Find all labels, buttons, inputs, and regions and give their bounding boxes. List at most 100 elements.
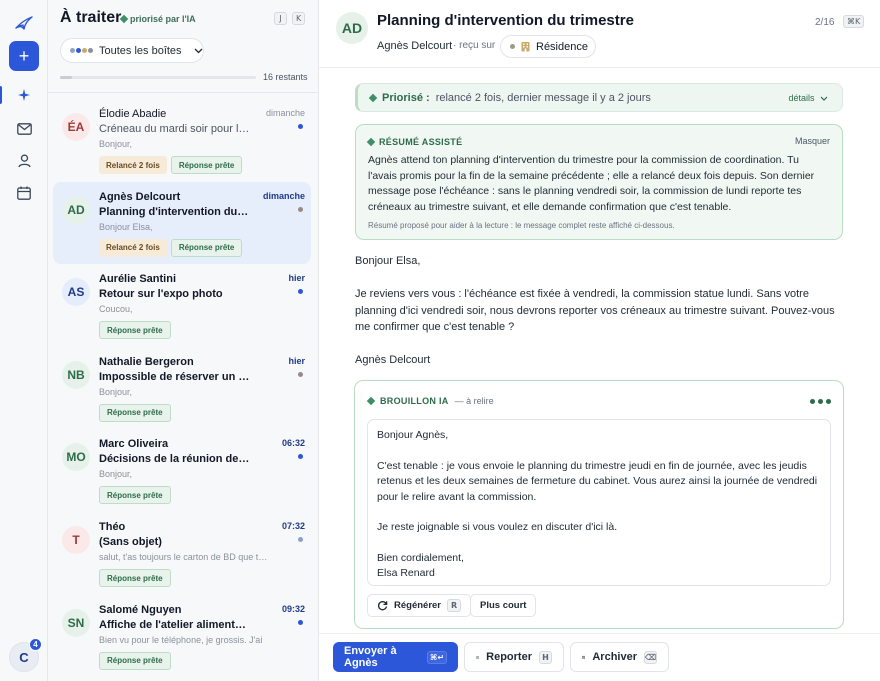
message-list-item[interactable]: T Théo (Sans objet) salut, t'as toujours le… (53, 512, 311, 594)
message-signature: Agnès Delcourt (355, 354, 431, 366)
sender-name: Élodie Abadie (99, 108, 167, 120)
person-icon (17, 154, 31, 168)
message-list-pane: À traiter priorisé par l'IA J K Toutes l… (48, 0, 319, 681)
snooze-kbd: H (539, 650, 552, 664)
chevron-down-icon (194, 48, 203, 53)
clock-icon (476, 655, 480, 659)
sender-avatar: SN (62, 608, 90, 637)
message-tags: Réponse prête (99, 321, 171, 340)
message-subject: Créneau du mardi soir pour l'atelier (99, 123, 251, 135)
message-preview: salut, t'as toujours le carton de BD que… (99, 552, 269, 562)
notification-badge: 4 (29, 638, 42, 651)
draft-status: — à relire (454, 396, 494, 406)
mailbox-dot (298, 537, 303, 542)
sender-name: Nathalie Bergeron (99, 355, 194, 368)
contacts-nav-button[interactable] (14, 151, 34, 171)
message-date: 09:32 (281, 603, 305, 614)
message-greeting: Bonjour Elsa, (355, 255, 421, 267)
archive-button[interactable]: Archiver ⌫ (570, 642, 669, 672)
reply-ready-tag: Réponse prête (99, 651, 171, 670)
calendar-nav-button[interactable] (14, 183, 34, 203)
inbox-dot (70, 48, 75, 53)
shorter-button[interactable]: Plus court (470, 594, 537, 617)
message-list-item[interactable]: MO Marc Oliveira Décisions de la réunion d… (53, 429, 311, 511)
snooze-button[interactable]: Reporter H (464, 642, 564, 672)
draft-editor[interactable]: Bonjour Agnès, C'est tenable : je vous e… (367, 419, 831, 586)
refresh-icon (377, 601, 388, 611)
mailbox-dot (298, 619, 303, 625)
mailbox-dot (298, 289, 303, 295)
sender-name: Aurélie Santini (99, 273, 177, 286)
message-date: hier (288, 273, 305, 284)
message-tags: Réponse prête (99, 569, 171, 587)
draft-paragraph-1: C'est tenable : je vous envoie le planni… (377, 459, 818, 503)
header-divider (319, 67, 880, 68)
message-list-item[interactable]: AD Agnès Delcourt Planning d'intervention … (53, 181, 311, 264)
draft-sign-off: Bien cordialement, Elsa Renard (377, 551, 821, 582)
ai-diamond-icon (119, 14, 129, 24)
send-button[interactable]: Envoyer à Agnès ⌘↵ (333, 642, 458, 672)
reply-ready-tag: Réponse prête (170, 156, 243, 174)
sparkle-icon (18, 89, 30, 101)
message-list-item[interactable]: NB Nathalie Bergeron Impossible de réserve… (53, 347, 311, 429)
ai-diamond-icon (366, 137, 376, 147)
ai-diamond-icon (366, 396, 376, 406)
ai-summary-card: RÉSUMÉ ASSISTÉ Masquer Agnès attend ton … (355, 124, 843, 240)
send-label: Envoyer à Agnès (344, 645, 397, 669)
compose-button[interactable]: + (9, 41, 39, 71)
app-logo-icon[interactable] (14, 14, 34, 32)
message-preview: Coucou, (99, 304, 133, 315)
ai-diamond-icon (368, 93, 378, 102)
reply-ready-tag: Réponse prête (170, 238, 243, 257)
mail-icon (16, 123, 32, 135)
message-list-item[interactable]: AS Aurélie Santini Retour sur l'expo photo… (53, 264, 311, 346)
summary-heading: RÉSUMÉ ASSISTÉ (366, 137, 463, 147)
sender-name: Salomé Nguyen (99, 603, 182, 616)
sender-avatar: NB (62, 360, 90, 389)
building-icon (521, 42, 530, 52)
message-list-item[interactable]: SN Salomé Nguyen Affiche de l'atelier alim… (53, 595, 311, 677)
sender-avatar: AD (62, 195, 90, 224)
mail-nav-button[interactable] (14, 119, 34, 139)
triage-progress-bar (60, 76, 256, 79)
draft-heading: BROUILLON IA — à relire (366, 396, 494, 406)
message-preview: Bonjour Elsa, (99, 221, 153, 232)
sparkle-nav-button[interactable] (14, 85, 34, 105)
regenerate-button[interactable]: Régénérer R (367, 594, 472, 617)
inbox-color-dots (70, 48, 93, 53)
message-subject: (Sans objet) (99, 536, 162, 548)
more-dot-icon (810, 399, 815, 404)
message-date: 06:32 (281, 438, 305, 449)
message-list-item[interactable]: ÉA Élodie Abadie Créneau du mardi soir pou… (53, 99, 311, 181)
chevron-down-icon (820, 96, 828, 101)
reply-ready-tag: Réponse prête (99, 403, 171, 422)
message-subject: Décisions de la réunion de coordination (99, 453, 251, 466)
inbox-dot (88, 48, 93, 53)
archive-icon (582, 655, 586, 659)
summary-heading-text: RÉSUMÉ ASSISTÉ (379, 137, 463, 147)
prioritized-text: priorisé par l'IA (130, 14, 196, 24)
calendar-icon (17, 186, 31, 200)
active-nav-indicator (0, 86, 2, 104)
sender-name[interactable]: Agnès Delcourt (377, 40, 452, 52)
regenerate-kbd: R (447, 599, 462, 612)
list-title: À traiter (60, 9, 122, 26)
mailbox-dot (298, 124, 303, 129)
draft-label: BROUILLON IA (380, 396, 449, 406)
sender-name: Agnès Delcourt (99, 190, 181, 203)
sender-avatar: MO (62, 443, 90, 472)
draft-greeting: Bonjour Agnès, (377, 429, 449, 441)
mailbox-chip[interactable]: Résidence (500, 35, 596, 58)
message-date: dimanche (265, 108, 305, 118)
message-subject: Affiche de l'atelier alimentation et san… (99, 618, 251, 631)
message-tags: Réponse prête (99, 651, 171, 670)
message-preview: Bien vu pour le téléphone, je grossis. J… (99, 634, 263, 645)
message-subject: Retour sur l'expo photo (99, 288, 223, 301)
summary-hide-button[interactable]: Masquer (795, 136, 830, 146)
draft-more-menu[interactable] (810, 399, 831, 404)
prioritized-label: priorisé par l'IA (119, 14, 196, 24)
inbox-filter-dropdown[interactable]: Toutes les boîtes (60, 38, 204, 63)
priority-details-toggle[interactable]: détails (788, 93, 828, 103)
send-kbd: ⌘↵ (426, 650, 447, 664)
message-tags: Réponse prête (99, 486, 171, 505)
